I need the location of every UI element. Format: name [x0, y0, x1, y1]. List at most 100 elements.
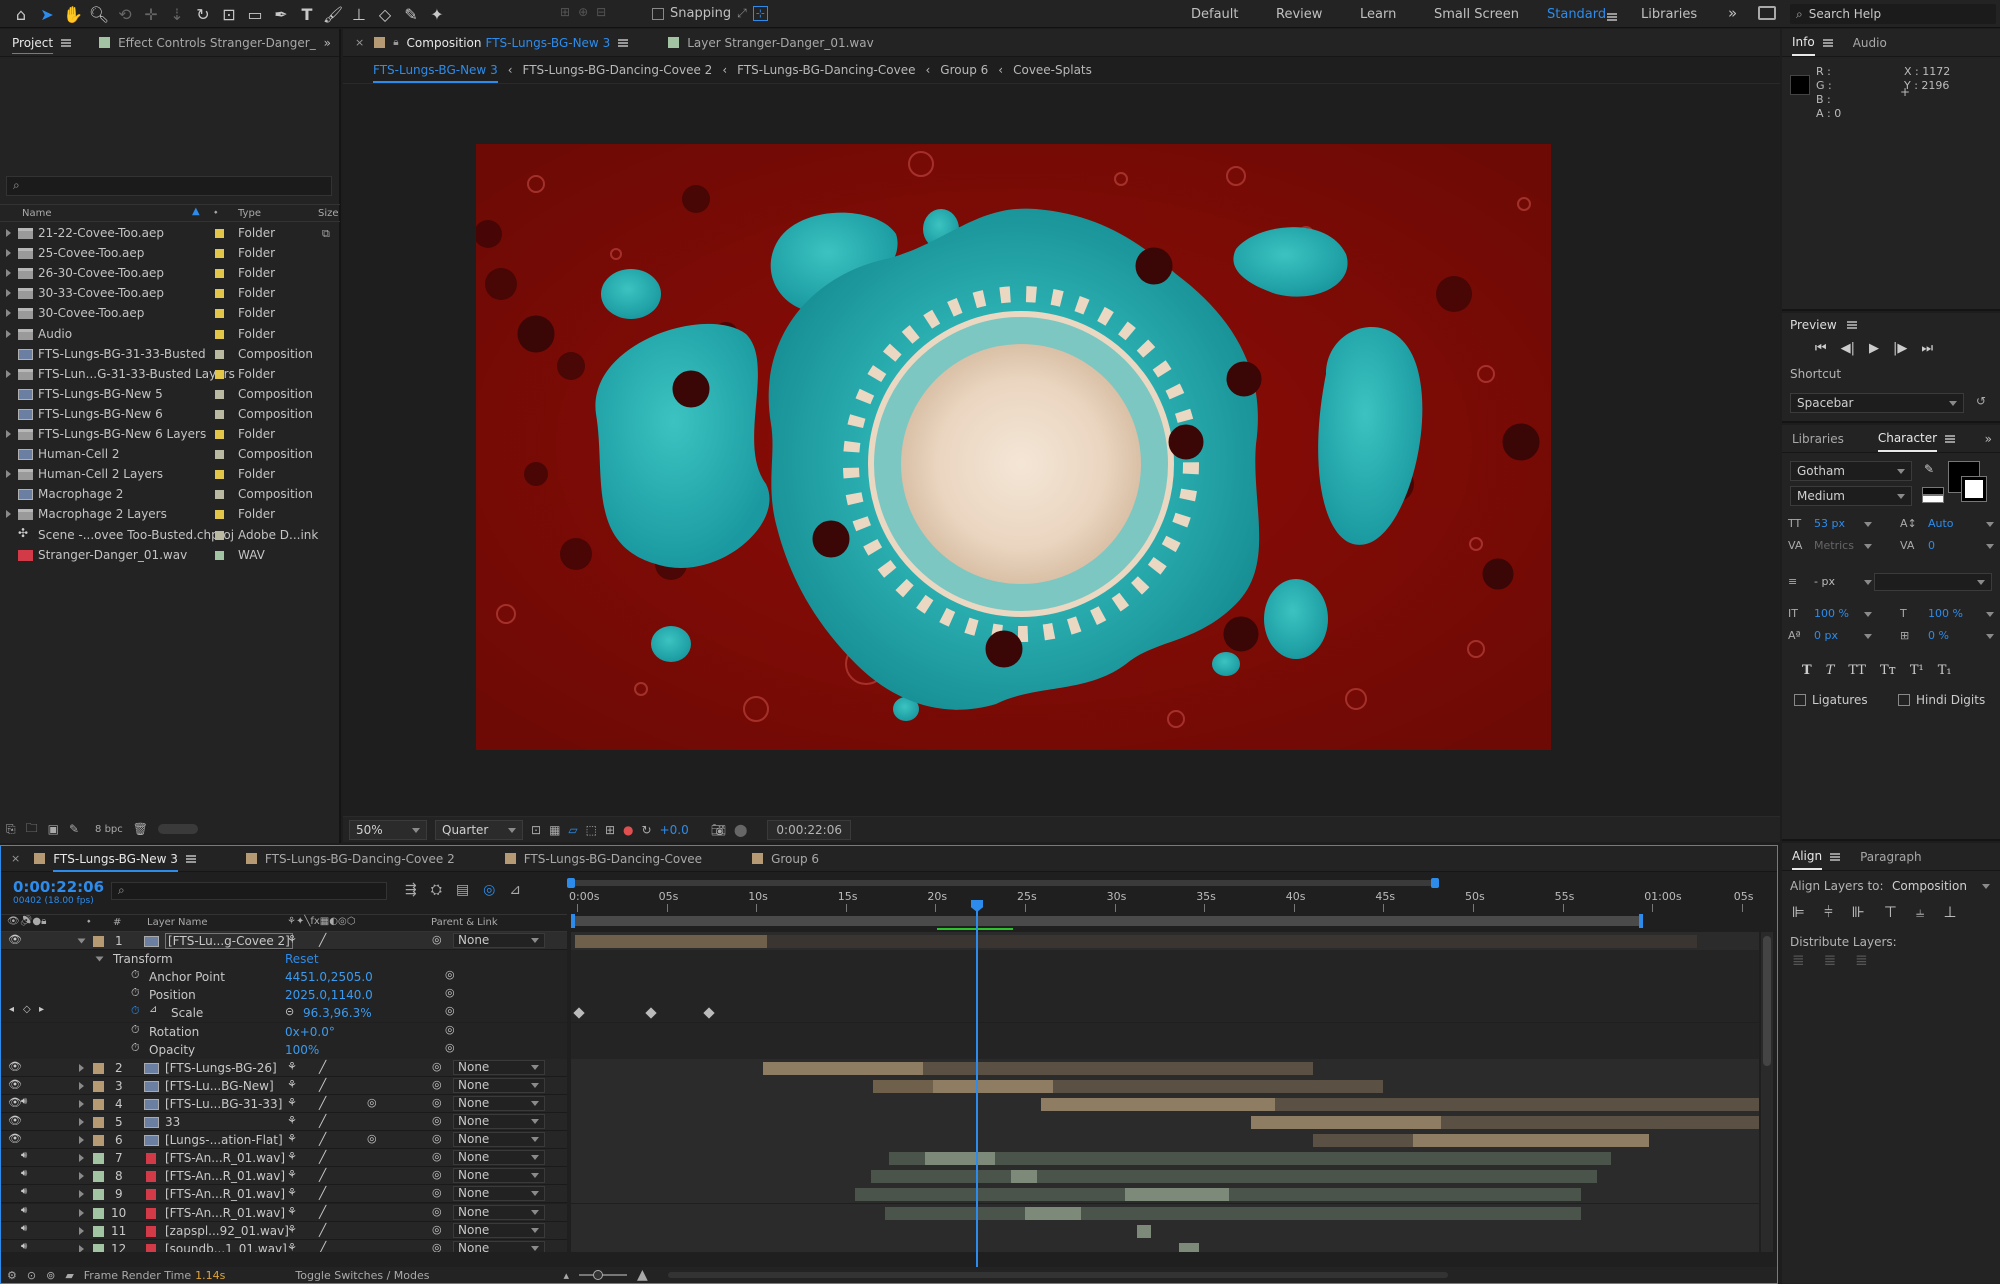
- align-vertical-center-icon[interactable]: ⫨: [1916, 903, 1924, 921]
- distribute-bottom-icon[interactable]: ≣: [1855, 951, 1868, 969]
- pick-whip-icon[interactable]: ◎: [432, 1132, 442, 1145]
- layer-duration-bar[interactable]: [767, 935, 1697, 948]
- layer-name[interactable]: [Lungs-...ation-Flat]: [165, 1133, 283, 1147]
- layer-label-chip[interactable]: [93, 1207, 104, 1219]
- project-item[interactable]: Human-Cell 2 Composition: [0, 444, 340, 464]
- parent-dropdown[interactable]: None: [453, 933, 545, 948]
- axis-world-icon[interactable]: ⊕: [578, 5, 588, 19]
- shy-switch-icon[interactable]: ⚘: [287, 1132, 297, 1145]
- pan-behind-tool-icon[interactable]: ⊡: [216, 0, 242, 28]
- white-swatch[interactable]: [1922, 495, 1944, 503]
- stroke-color-swatch[interactable]: [1961, 476, 1987, 502]
- shy-switch-icon[interactable]: ⚘: [287, 1205, 297, 1218]
- audio-speaker-icon[interactable]: 🔊︎: [21, 1150, 27, 1161]
- timeline-horizontal-scrollbar[interactable]: [667, 1272, 1448, 1278]
- expression-pick-whip-icon[interactable]: ◎: [445, 1041, 455, 1054]
- transparency-grid-icon[interactable]: ▦: [549, 823, 560, 837]
- label-color-chip[interactable]: [215, 349, 224, 359]
- superscript-icon[interactable]: T¹: [1910, 663, 1924, 678]
- layer-track[interactable]: I: [571, 1022, 1759, 1041]
- pick-whip-icon[interactable]: ◎: [432, 1150, 442, 1163]
- screen-mode-icon[interactable]: [1758, 6, 1776, 20]
- shy-switch-icon[interactable]: ⚘: [287, 1168, 297, 1181]
- frame-blending-icon[interactable]: ▤: [456, 882, 469, 898]
- label-color-chip[interactable]: [215, 329, 224, 339]
- layer-name[interactable]: [FTS-Lu...BG-31-33]: [165, 1097, 282, 1111]
- layer-track[interactable]: [571, 1149, 1759, 1168]
- eyedropper-icon[interactable]: ✎: [1924, 462, 1934, 476]
- expand-triangle-icon[interactable]: [6, 470, 11, 479]
- visibility-eye-icon[interactable]: 👁︎: [8, 1060, 22, 1073]
- layer-track[interactable]: [571, 1203, 1759, 1222]
- layer-name[interactable]: [FTS-Lungs-BG-26]: [165, 1061, 277, 1075]
- visibility-eye-icon[interactable]: 👁︎: [8, 1096, 22, 1109]
- layer-track[interactable]: [571, 1094, 1759, 1113]
- layer-duration-bar[interactable]: [925, 1152, 995, 1166]
- font-family-dropdown[interactable]: Gotham: [1790, 461, 1912, 481]
- tab-paragraph[interactable]: Paragraph: [1850, 843, 1931, 871]
- time-ruler[interactable]: 0:00s 05s 10s 15s 20s 25s 30s 35s 40s 45s 50s 55s 01…: [569, 888, 1759, 914]
- tab-effect-controls[interactable]: Effect Controls Stranger-Danger_: [81, 29, 326, 57]
- workspace-review[interactable]: Review: [1276, 7, 1322, 22]
- audio-speaker-icon[interactable]: 🔊︎: [21, 1241, 27, 1252]
- project-item[interactable]: FTS-Lungs-BG-New 6 Composition: [0, 404, 340, 424]
- col-name[interactable]: Name: [22, 208, 52, 219]
- layer-duration-bar[interactable]: [1179, 1242, 1199, 1252]
- parent-dropdown[interactable]: None: [453, 1222, 545, 1238]
- quality-switch-icon[interactable]: ╱: [319, 1096, 326, 1110]
- horizontal-scale-dropdown-icon[interactable]: [1986, 612, 1994, 617]
- layer-name[interactable]: [FTS-An...R_01.wav]: [165, 1206, 285, 1220]
- property-row[interactable]: ◂ ◇ ▸ ⏱︎ ⊿ Scale ⊝ 96.3,96.3% ◎: [1, 1004, 567, 1023]
- quality-switch-icon[interactable]: ╱: [319, 1150, 326, 1164]
- timeline-tab-1[interactable]: FTS-Lungs-BG-Dancing-Covee 2: [236, 846, 465, 872]
- parent-dropdown[interactable]: None: [453, 1150, 545, 1166]
- project-item[interactable]: FTS-Lungs-BG-31-33-Busted Composition: [0, 344, 340, 364]
- panel-menu-icon[interactable]: [1822, 38, 1833, 47]
- clone-stamp-tool-icon[interactable]: ⊥: [346, 0, 372, 28]
- timeline-search-field[interactable]: ⌕: [111, 882, 387, 900]
- add-keyframe-icon[interactable]: ◇: [23, 1004, 31, 1015]
- expand-triangle-icon[interactable]: [79, 1154, 84, 1163]
- layer-duration-bar[interactable]: [1413, 1134, 1649, 1148]
- current-time-display[interactable]: 0:00:22:06: [767, 819, 851, 840]
- align-right-icon[interactable]: ⊪: [1852, 903, 1865, 921]
- shortcut-dropdown[interactable]: Spacebar: [1790, 393, 1964, 413]
- pan-tool-icon[interactable]: ✛: [138, 0, 164, 28]
- snap-expand-icon[interactable]: ⤢: [737, 6, 747, 21]
- tab-audio[interactable]: Audio: [1843, 29, 1897, 57]
- vertical-scale-dropdown-icon[interactable]: [1864, 612, 1872, 617]
- project-item[interactable]: FTS-Lungs-BG-New 6 Layers Folder: [0, 424, 340, 444]
- layer-track[interactable]: I: [571, 968, 1759, 987]
- tab-info[interactable]: Info: [1782, 29, 1843, 57]
- tab-character[interactable]: Character: [1868, 425, 1965, 453]
- first-frame-icon[interactable]: ⏮: [1815, 341, 1827, 356]
- timeline-tab-3[interactable]: Group 6: [742, 846, 829, 872]
- label-column-icon[interactable]: ⬩: [214, 207, 218, 218]
- pick-whip-icon[interactable]: ◎: [432, 1060, 442, 1073]
- composition-viewer[interactable]: [476, 144, 1551, 750]
- expand-triangle-icon[interactable]: [79, 1099, 84, 1108]
- distribute-top-icon[interactable]: ≣: [1792, 951, 1805, 969]
- panel-menu-icon[interactable]: [61, 38, 72, 47]
- pick-whip-icon[interactable]: ◎: [432, 1223, 442, 1236]
- font-size-dropdown-icon[interactable]: [1864, 522, 1872, 527]
- next-frame-icon[interactable]: |▶: [1893, 341, 1907, 356]
- project-search-field[interactable]: ⌕: [6, 176, 332, 196]
- project-item[interactable]: Macrophage 2 Layers Folder: [0, 504, 340, 524]
- layer-track[interactable]: [571, 1167, 1759, 1186]
- tsume-value[interactable]: 0 %: [1928, 629, 1949, 642]
- layer-label-chip[interactable]: [93, 1225, 104, 1237]
- zoom-tool-icon[interactable]: 🔍︎: [86, 0, 112, 28]
- shy-switch-icon[interactable]: ⚘: [287, 1114, 297, 1127]
- quality-switch-icon[interactable]: ╱: [319, 1078, 326, 1092]
- pick-whip-icon[interactable]: ◎: [432, 1241, 442, 1252]
- layer-track[interactable]: [571, 1239, 1759, 1252]
- layer-track[interactable]: [571, 1058, 1759, 1077]
- layer-name[interactable]: [zapspl...92_01.wav]: [165, 1224, 289, 1238]
- layer-label-chip[interactable]: [93, 1153, 104, 1165]
- reset-shortcut-icon[interactable]: ↺: [1976, 394, 1986, 408]
- label-color-chip[interactable]: [215, 530, 224, 540]
- expand-triangle-icon[interactable]: [79, 1190, 84, 1199]
- layer-name[interactable]: 33: [165, 1115, 180, 1129]
- black-swatch[interactable]: [1922, 487, 1944, 495]
